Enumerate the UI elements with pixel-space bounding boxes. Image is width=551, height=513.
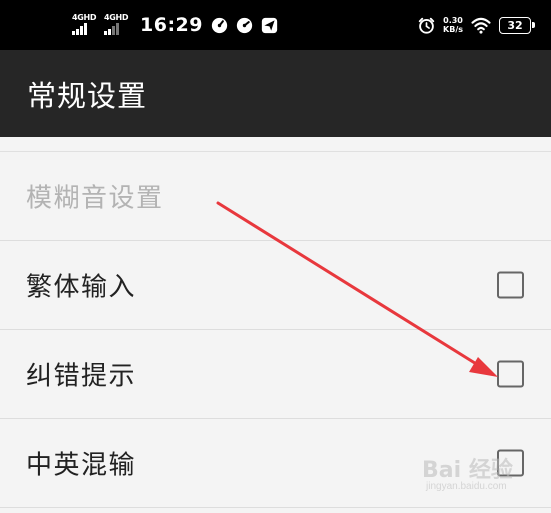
- gauge-icon: [211, 17, 228, 33]
- signal-2-label: 4GHD: [104, 13, 129, 22]
- page-title: 常规设置: [27, 78, 148, 113]
- send-icon: [261, 17, 278, 33]
- setting-label: 繁体输入: [26, 272, 137, 303]
- network-speed-value: 0.30: [443, 16, 463, 25]
- app-bar: 常规设置: [0, 50, 551, 137]
- watermark-sub: jingyan.baidu.com: [426, 481, 507, 492]
- setting-label: 模糊音设置: [26, 183, 164, 214]
- clock: 16:29: [140, 14, 203, 36]
- setting-label: 纠错提示: [26, 361, 137, 392]
- setting-label: 中英混输: [26, 450, 137, 481]
- network-speed-unit: KB/s: [443, 25, 463, 34]
- setting-error-correction[interactable]: 纠错提示: [0, 330, 551, 419]
- status-bar-left: 4GHD 4GHD 16:29: [72, 0, 278, 50]
- setting-fuzzy-pinyin: 模糊音设置: [0, 152, 551, 241]
- battery-icon: 32: [499, 16, 535, 34]
- watermark-main: Bai 经验: [422, 458, 513, 483]
- error-correction-checkbox[interactable]: [497, 360, 524, 388]
- settings-screen: 4GHD 4GHD 16:29 0.30 KB/s 32 常规设置 模糊音设置 …: [0, 0, 551, 513]
- status-bar-right: 0.30 KB/s 32: [418, 0, 535, 50]
- gauge-icon-2: [236, 17, 253, 33]
- watermark-logo: Bai 经验 jingyan.baidu.com: [422, 452, 542, 504]
- traditional-chinese-checkbox[interactable]: [497, 271, 524, 299]
- signal-2-icon: 4GHD: [104, 13, 129, 37]
- wifi-icon: [471, 17, 491, 34]
- battery-level: 32: [507, 18, 523, 32]
- setting-traditional-chinese[interactable]: 繁体输入: [0, 241, 551, 330]
- status-bar: 4GHD 4GHD 16:29 0.30 KB/s 32: [0, 0, 551, 50]
- alarm-icon: [418, 17, 435, 34]
- signal-1-label: 4GHD: [72, 13, 97, 22]
- network-speed: 0.30 KB/s: [443, 16, 463, 34]
- signal-1-icon: 4GHD: [72, 13, 97, 37]
